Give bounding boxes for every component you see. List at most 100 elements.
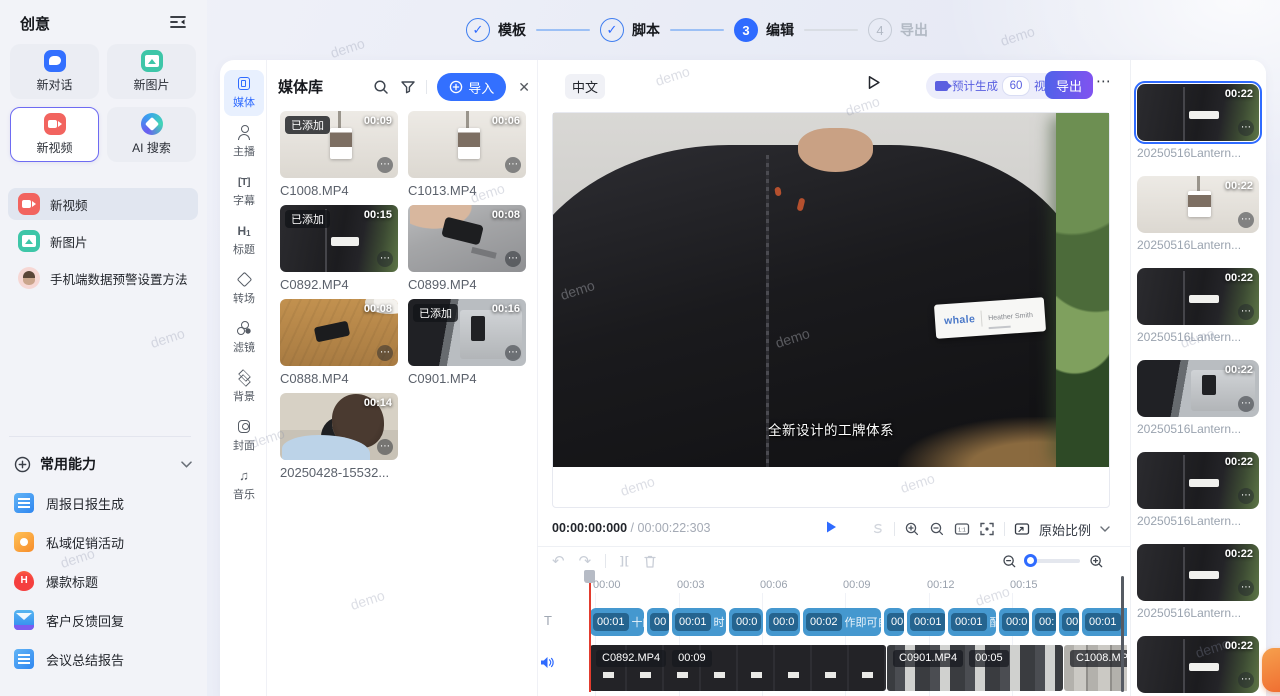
subtitle-block[interactable]: 00:01 时: [672, 608, 726, 636]
subtitle-block[interactable]: 00:0: [729, 608, 763, 636]
history-item[interactable]: 新视频: [8, 188, 198, 220]
generated-video-item[interactable]: 00:22 20250516Lantern...: [1137, 544, 1259, 620]
generated-video-item[interactable]: 00:22 20250516Lantern...: [1137, 636, 1259, 696]
split-clip-icon[interactable]: ][: [620, 555, 629, 567]
more-options-icon[interactable]: [1238, 120, 1254, 136]
media-thumbnail[interactable]: 00:06: [408, 111, 526, 178]
media-nav-item[interactable]: 媒体: [224, 70, 264, 116]
subtitle-block[interactable]: 00:01: [907, 608, 945, 636]
sidebar-tool-item[interactable]: 会议总结报告: [14, 644, 194, 674]
preview-play-icon[interactable]: [865, 74, 882, 91]
media-thumbnail[interactable]: 00:14: [280, 393, 398, 460]
generated-video-thumbnail[interactable]: 00:22: [1137, 176, 1259, 233]
media-nav-item[interactable]: 封面: [224, 413, 264, 459]
video-clip[interactable]: C1008.MP4: [1064, 645, 1127, 691]
zoom-in-icon[interactable]: [904, 521, 920, 537]
generated-video-item[interactable]: 00:22 20250516Lantern...: [1137, 84, 1259, 160]
search-icon[interactable]: [373, 79, 390, 96]
redo-icon[interactable]: ↷: [579, 552, 592, 570]
more-options-icon[interactable]: [1238, 396, 1254, 412]
playhead-handle[interactable]: [584, 570, 595, 583]
chevron-down-icon[interactable]: [1100, 526, 1110, 532]
undo-icon[interactable]: ↶: [552, 552, 565, 570]
more-options-icon[interactable]: [1238, 488, 1254, 504]
subtitle-block[interactable]: 00: [884, 608, 904, 636]
video-clip[interactable]: C0892.MP4 00:09: [590, 645, 886, 691]
step-script[interactable]: ✓ 脚本: [600, 18, 660, 42]
media-grid-item[interactable]: 00:14 20250428-15532...: [280, 393, 398, 480]
media-nav-item[interactable]: 标题: [224, 217, 264, 263]
media-grid-item[interactable]: 00:08 C0899.MP4: [408, 205, 526, 292]
timeline-zoom-out-icon[interactable]: [1002, 554, 1017, 569]
estimate-count[interactable]: 60: [1002, 76, 1030, 96]
media-grid-item[interactable]: 00:06 C1013.MP4: [408, 111, 526, 198]
more-options-icon[interactable]: [505, 157, 521, 173]
media-nav-item[interactable]: 背景: [224, 364, 264, 410]
media-grid-item[interactable]: 已添加 00:16 C0901.MP4: [408, 299, 526, 386]
generated-video-item[interactable]: 00:22 20250516Lantern...: [1137, 360, 1259, 436]
more-options-icon[interactable]: [1238, 212, 1254, 228]
media-nav-item[interactable]: 音乐: [224, 462, 264, 508]
video-preview[interactable]: whale Heather Smith 全新设计的工牌体系: [553, 113, 1109, 467]
media-nav-item[interactable]: 转场: [224, 266, 264, 312]
subtitle-block[interactable]: 00:02 作即可自动: [803, 608, 881, 636]
collapse-sidebar-icon[interactable]: [166, 12, 190, 32]
aspect-ratio-icon[interactable]: [1014, 522, 1030, 537]
media-thumbnail[interactable]: 已添加 00:15: [280, 205, 398, 272]
quick-action-button[interactable]: 新图片: [107, 44, 196, 99]
subtitle-block[interactable]: 00:0: [766, 608, 800, 636]
zoom-slider-knob[interactable]: [1024, 554, 1037, 567]
common-abilities-section[interactable]: 常用能力: [14, 452, 192, 476]
media-nav-item[interactable]: 主播: [224, 119, 264, 165]
quick-action-button[interactable]: 新对话: [10, 44, 99, 99]
import-button[interactable]: 导入: [437, 73, 506, 101]
more-options-icon[interactable]: [377, 251, 393, 267]
subtitle-block[interactable]: 00: [1059, 608, 1079, 636]
generated-video-thumbnail[interactable]: 00:22: [1137, 268, 1259, 325]
video-clip[interactable]: C0901.MP4 00:05: [887, 645, 1063, 691]
delete-icon[interactable]: [643, 554, 657, 569]
export-button[interactable]: 导出: [1045, 71, 1093, 99]
floating-assistant-button[interactable]: [1262, 648, 1280, 692]
subtitle-block[interactable]: 00:01 十的: [590, 608, 644, 636]
subtitle-block[interactable]: 00: [647, 608, 669, 636]
more-options-icon[interactable]: ⋯: [1096, 72, 1112, 90]
timeline-zoom-slider[interactable]: [1026, 559, 1080, 563]
more-options-icon[interactable]: [505, 251, 521, 267]
subtitle-block[interactable]: 00:01 配: [948, 608, 996, 636]
zoom-out-icon[interactable]: [929, 521, 945, 537]
more-options-icon[interactable]: [1238, 580, 1254, 596]
generated-video-thumbnail[interactable]: 00:22: [1137, 452, 1259, 509]
quick-action-button[interactable]: AI 搜索: [107, 107, 196, 162]
generated-video-thumbnail[interactable]: 00:22: [1137, 636, 1259, 693]
timeline-zoom-in-icon[interactable]: [1089, 554, 1104, 569]
sidebar-tool-item[interactable]: 爆款标题: [14, 566, 194, 596]
media-nav-item[interactable]: 滤镜: [224, 315, 264, 361]
generated-video-thumbnail[interactable]: 00:22: [1137, 544, 1259, 601]
subtitle-block[interactable]: 00:0: [999, 608, 1029, 636]
media-grid-item[interactable]: 已添加 00:09 C1008.MP4: [280, 111, 398, 198]
timeline-scrollbar[interactable]: [1121, 576, 1124, 692]
media-thumbnail[interactable]: 00:08: [408, 205, 526, 272]
media-thumbnail[interactable]: 已添加 00:16: [408, 299, 526, 366]
subtitle-track-icon[interactable]: T: [544, 613, 552, 628]
sidebar-tool-item[interactable]: 私域促销活动: [14, 527, 194, 557]
aspect-ratio-label[interactable]: 原始比例: [1039, 520, 1091, 539]
more-options-icon[interactable]: [505, 345, 521, 361]
playhead-line[interactable]: [589, 573, 591, 692]
snap-icon[interactable]: [870, 522, 885, 537]
sidebar-tool-item[interactable]: 客户反馈回复: [14, 605, 194, 635]
history-item[interactable]: 新图片: [8, 225, 198, 257]
ratio-1-1-icon[interactable]: 1:1: [954, 522, 970, 536]
generated-video-item[interactable]: 00:22 20250516Lantern...: [1137, 452, 1259, 528]
audio-track-volume-icon[interactable]: [540, 656, 555, 669]
step-template[interactable]: ✓ 模板: [466, 18, 526, 42]
media-thumbnail[interactable]: 已添加 00:09: [280, 111, 398, 178]
step-edit[interactable]: 3 编辑: [734, 18, 794, 42]
more-options-icon[interactable]: [1238, 672, 1254, 688]
close-icon[interactable]: ✕: [516, 77, 532, 98]
fit-screen-icon[interactable]: [979, 521, 995, 537]
more-options-icon[interactable]: [377, 439, 393, 455]
more-options-icon[interactable]: [1238, 304, 1254, 320]
generated-video-item[interactable]: 00:22 20250516Lantern...: [1137, 268, 1259, 344]
